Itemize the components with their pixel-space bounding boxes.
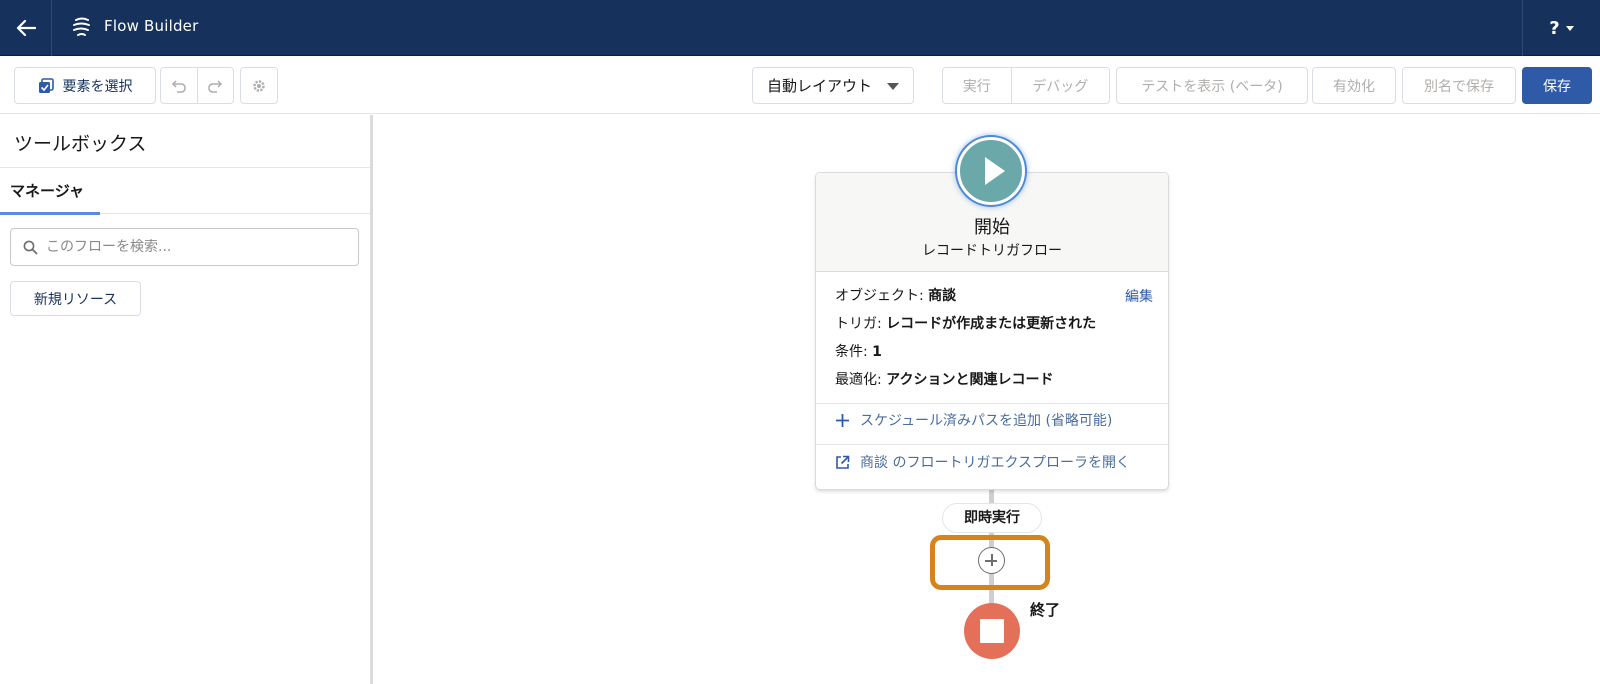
- detail-value: アクションと関連レコード: [886, 372, 1054, 388]
- flow-builder-logo-icon: [73, 17, 90, 36]
- debug-button[interactable]: デバッグ: [1010, 68, 1109, 103]
- toolbox-title: ツールボックス: [14, 133, 147, 155]
- select-elements-button[interactable]: 要素を選択: [14, 67, 156, 104]
- add-scheduled-path-label: スケジュール済みパスを追加 (省略可能): [860, 413, 1113, 429]
- detail-value: 1: [872, 344, 882, 360]
- new-resource-button[interactable]: 新規リソース: [10, 281, 141, 316]
- external-link-icon: [836, 455, 850, 469]
- add-scheduled-path-link[interactable]: スケジュール済みパスを追加 (省略可能): [835, 410, 1112, 430]
- detail-label: トリガ:: [835, 316, 882, 332]
- search-field: [10, 228, 359, 266]
- help-icon: ?: [1549, 17, 1560, 39]
- detail-value: レコードが作成または更新された: [886, 316, 1097, 332]
- end-label: 終了: [1030, 601, 1061, 619]
- search-icon: [23, 240, 38, 254]
- multi-select-icon: [38, 77, 54, 93]
- undo-redo-group: [160, 67, 234, 104]
- view-tests-button[interactable]: テストを表示 (ベータ): [1116, 67, 1308, 104]
- layout-mode-select[interactable]: 自動レイアウト: [752, 67, 914, 104]
- add-element-button[interactable]: [978, 547, 1005, 574]
- end-icon: [964, 603, 1020, 659]
- detail-optimization: 最適化: アクションと関連レコード: [835, 369, 1053, 389]
- start-element-card[interactable]: 開始 レコードトリガフロー オブジェクト: 商談 トリガ: レコードが作成または…: [815, 172, 1169, 490]
- detail-trigger: トリガ: レコードが作成または更新された: [835, 313, 1096, 333]
- select-elements-label: 要素を選択: [62, 78, 133, 95]
- detail-label: 最適化:: [835, 372, 882, 388]
- start-icon[interactable]: [957, 137, 1025, 205]
- detail-condition: 条件: 1: [835, 341, 882, 361]
- tab-manager[interactable]: マネージャ: [0, 168, 100, 214]
- play-icon: [985, 157, 1005, 185]
- app-title: Flow Builder: [104, 17, 199, 35]
- open-trigger-explorer-label: 商談 のフロートリガエクスプローラを開く: [860, 455, 1131, 471]
- chevron-down-icon: [1565, 25, 1574, 31]
- caret-down-icon: [887, 83, 899, 90]
- toolbox-tabs: マネージャ: [0, 167, 370, 215]
- app-header: Flow Builder ?: [0, 0, 1600, 56]
- detail-object: オブジェクト: 商談: [835, 285, 956, 305]
- undo-icon: [171, 79, 186, 93]
- start-title: 開始: [974, 217, 1010, 238]
- start-subtitle: レコードトリガフロー: [922, 243, 1062, 259]
- detail-label: オブジェクト:: [835, 288, 924, 304]
- help-menu-button[interactable]: ?: [1522, 0, 1600, 56]
- redo-icon: [208, 79, 223, 93]
- edit-link[interactable]: 編集: [1125, 286, 1153, 306]
- divider: [816, 403, 1168, 404]
- flow-properties-button[interactable]: [240, 67, 278, 104]
- layout-mode-value: 自動レイアウト: [767, 77, 873, 95]
- redo-button[interactable]: [196, 68, 233, 103]
- back-button[interactable]: [0, 0, 52, 56]
- active-tab-indicator: [0, 212, 100, 215]
- save-as-button[interactable]: 別名で保存: [1402, 67, 1516, 104]
- search-input[interactable]: [46, 239, 346, 255]
- gear-icon: [253, 79, 265, 92]
- open-trigger-explorer-link[interactable]: 商談 のフロートリガエクスプローラを開く: [835, 452, 1130, 472]
- stop-icon: [980, 619, 1004, 643]
- immediate-path-label: 即時実行: [942, 503, 1042, 533]
- detail-value: 商談: [928, 288, 957, 304]
- save-button[interactable]: 保存: [1522, 67, 1592, 104]
- undo-button[interactable]: [161, 68, 197, 103]
- arrow-left-icon: [16, 19, 36, 37]
- add-icon: [836, 413, 849, 427]
- toolbox-panel: ツールボックス マネージャ 新規リソース: [0, 115, 373, 684]
- run-button[interactable]: 実行: [943, 68, 1011, 103]
- run-debug-group: 実行 デバッグ: [942, 67, 1110, 104]
- toolbar: 要素を選択 自動レイアウト 実行 デバッグ テストを表示 (ベータ) 有効化 別…: [0, 57, 1600, 114]
- activate-button[interactable]: 有効化: [1312, 67, 1396, 104]
- divider: [816, 444, 1168, 445]
- detail-label: 条件:: [835, 344, 868, 360]
